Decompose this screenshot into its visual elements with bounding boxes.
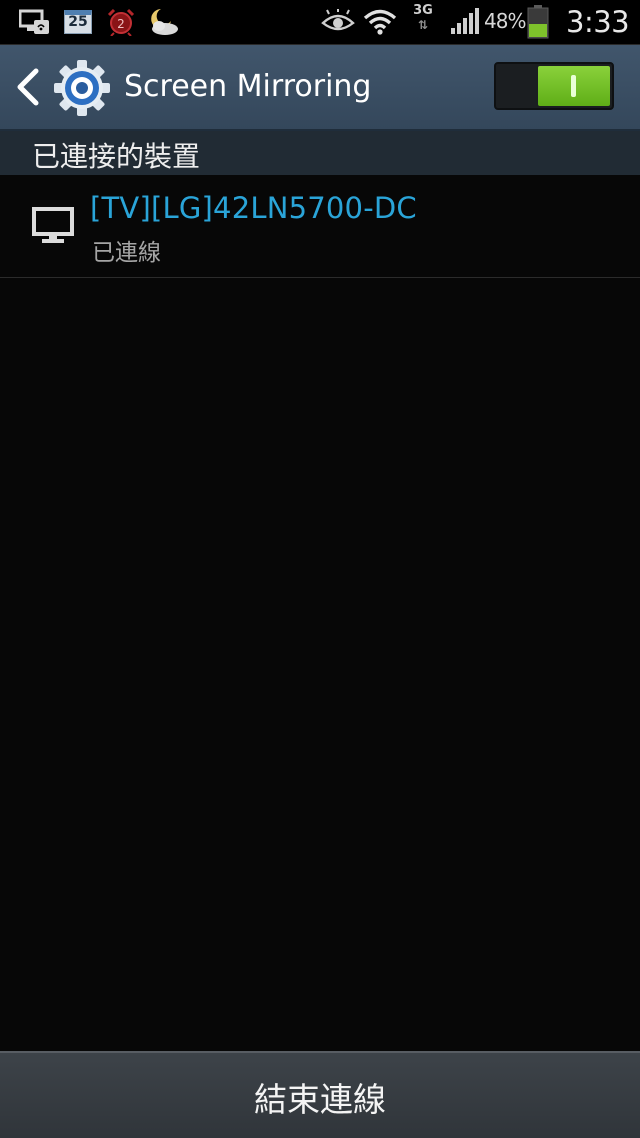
device-list-item[interactable]: [TV][LG]42LN5700-DC 已連線 bbox=[0, 175, 640, 278]
device-name: [TV][LG]42LN5700-DC bbox=[90, 191, 417, 225]
smart-stay-eye-icon bbox=[320, 0, 356, 44]
device-status: 已連線 bbox=[92, 240, 161, 266]
status-bar: 25 2 3G ⇅ 48% 3:33 bbox=[0, 0, 640, 45]
signal-icon bbox=[448, 0, 482, 44]
section-header-label: 已連接的裝置 bbox=[32, 140, 201, 173]
wifi-icon bbox=[362, 0, 398, 44]
screen-mirroring-notification-icon bbox=[18, 0, 52, 44]
back-button[interactable] bbox=[10, 63, 46, 111]
section-header: 已連接的裝置 bbox=[0, 131, 640, 175]
monitor-icon bbox=[32, 207, 74, 245]
status-clock: 3:33 bbox=[566, 5, 630, 39]
action-bar: Screen Mirroring bbox=[0, 45, 640, 131]
battery-percent: 48% bbox=[484, 9, 526, 33]
toggle-grip bbox=[571, 75, 576, 97]
disconnect-button-label: 結束連線 bbox=[254, 1080, 386, 1119]
calendar-icon: 25 bbox=[64, 10, 92, 34]
weather-icon bbox=[146, 0, 182, 44]
page-title: Screen Mirroring bbox=[124, 69, 372, 104]
battery-icon bbox=[526, 0, 550, 44]
screen-mirroring-toggle[interactable] bbox=[494, 62, 614, 110]
disconnect-button[interactable]: 結束連線 bbox=[0, 1051, 640, 1138]
chevron-left-icon bbox=[17, 68, 39, 106]
settings-gear-icon[interactable] bbox=[52, 58, 112, 118]
calendar-day: 25 bbox=[68, 14, 88, 30]
data-activity-icon: 3G ⇅ bbox=[413, 3, 433, 33]
toggle-thumb bbox=[538, 66, 610, 106]
alarm-icon: 2 bbox=[104, 0, 138, 44]
svg-text:2: 2 bbox=[117, 17, 125, 31]
network-type-label: 3G bbox=[413, 3, 433, 18]
